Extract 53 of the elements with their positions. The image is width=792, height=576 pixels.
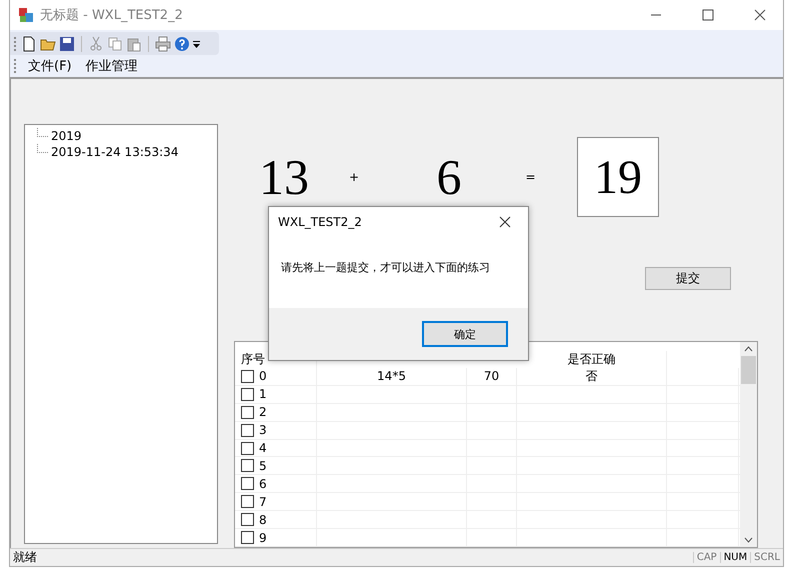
checkbox[interactable]	[241, 370, 254, 383]
save-icon[interactable]	[59, 36, 75, 52]
row-number: 8	[259, 512, 267, 527]
status-text: 就绪	[13, 549, 38, 566]
operator: +	[348, 170, 360, 184]
status-indicator: CAP	[692, 552, 720, 563]
tree-item[interactable]: 2019-11-24 13:53:34	[51, 145, 178, 159]
checkbox[interactable]	[241, 406, 254, 419]
scrollbar-thumb[interactable]	[741, 356, 756, 384]
checkbox[interactable]	[241, 531, 254, 544]
equals-sign: =	[524, 170, 537, 184]
table-cell: 否	[517, 368, 667, 385]
status-indicator: SCRL	[750, 552, 783, 563]
scrollbar[interactable]	[740, 342, 757, 547]
row-number: 5	[259, 458, 267, 473]
tree-item[interactable]: 2019	[51, 129, 82, 143]
answer-field[interactable]: 19	[577, 137, 659, 217]
dialog-title: WXL_TEST2_2	[278, 215, 362, 229]
checkbox[interactable]	[241, 513, 254, 526]
operand: 13	[258, 148, 310, 206]
row-number: 3	[259, 423, 267, 438]
ok-button[interactable]: 确定	[422, 321, 508, 347]
row-number: 9	[259, 530, 267, 545]
window-title: 无标题 - WXL_TEST2_2	[40, 7, 184, 24]
status-indicator: NUM	[720, 552, 750, 563]
close-icon	[499, 216, 511, 228]
submit-button[interactable]: 提交	[645, 267, 731, 290]
row-number: 6	[259, 476, 267, 491]
checkbox[interactable]	[241, 477, 254, 490]
toolbar-options-icon[interactable]	[193, 40, 200, 48]
checkbox[interactable]	[241, 442, 254, 455]
checkbox[interactable]	[241, 388, 254, 401]
app-icon	[18, 7, 34, 23]
dialog-message: 请先将上一题提交，才可以进入下面的练习	[281, 261, 490, 274]
row-number: 7	[259, 494, 267, 509]
menu-item[interactable]: 作业管理	[82, 57, 142, 75]
printer-icon[interactable]	[155, 36, 171, 52]
maximize-icon	[702, 9, 714, 21]
checkbox[interactable]	[241, 459, 254, 472]
paste-icon[interactable]	[126, 36, 142, 52]
close-icon	[754, 9, 766, 21]
new-file-icon[interactable]	[21, 36, 37, 52]
help-icon[interactable]	[174, 36, 190, 52]
operand: 6	[436, 148, 462, 206]
row-number: 0	[259, 369, 267, 384]
menu-item[interactable]: 文件(F)	[24, 57, 76, 75]
row-number: 2	[259, 405, 267, 420]
table-cell: 70	[467, 368, 517, 385]
row-number: 1	[259, 387, 267, 402]
row-number: 4	[259, 441, 267, 456]
table-cell: 14*5	[317, 368, 467, 385]
checkbox[interactable]	[241, 495, 254, 508]
checkbox[interactable]	[241, 424, 254, 437]
